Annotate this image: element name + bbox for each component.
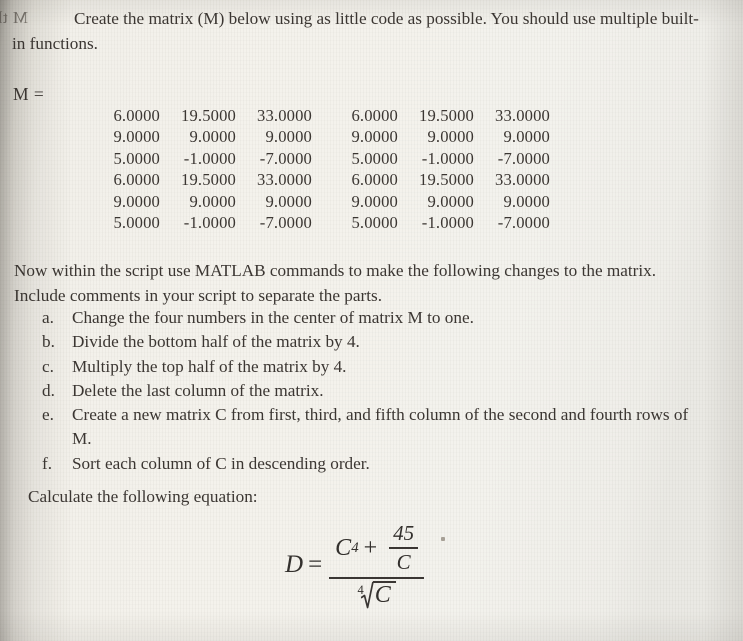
matrix-cell: 9.0000: [427, 191, 474, 211]
matrix-row: 6.0000 19.5000 33.0000 6.0000 19.5000 33.0000: [84, 169, 550, 190]
matrix-cell: -7.0000: [259, 148, 312, 168]
matrix-cell: 6.0000: [113, 106, 160, 125]
task-marker: d.: [42, 380, 55, 400]
task-text: Create a new matrix C from first, third,…: [72, 405, 689, 449]
calculate-paragraph: Calculate the following equation:: [28, 487, 258, 506]
task-text: Divide the bottom half of the matrix by …: [72, 332, 360, 352]
task-text: Change the four numbers in the center of…: [72, 308, 474, 327]
matrix-row: 5.0000 -1.0000 -7.0000 5.0000 -1.0000 -7.0000: [84, 212, 550, 233]
matrix-cell: 9.0000: [265, 127, 312, 147]
document-page: M th oo oCreate Create the matrix (M) be…: [0, 0, 743, 641]
nth-root: 4 C: [358, 581, 396, 609]
inner-fraction: 45 C: [389, 521, 419, 575]
outer-fraction-denominator: 4 C: [352, 580, 402, 610]
inner-fraction-numerator: 45: [393, 521, 415, 545]
inner-fraction-bar: [389, 547, 419, 549]
matrix-cell: -7.0000: [497, 148, 550, 168]
matrix-cell: -1.0000: [183, 213, 236, 233]
task-marker: e.: [42, 405, 54, 425]
root-radicand: C: [372, 581, 396, 608]
matrix-cell: 33.0000: [257, 106, 312, 125]
task-text: Delete the last column of the matrix.: [72, 380, 324, 400]
task-item-b: b. Divide the bottom half of the matrix b…: [42, 330, 712, 354]
matrix-cell: 33.0000: [495, 170, 550, 190]
task-item-d: d. Delete the last column of the matrix.: [42, 379, 712, 403]
matrix-cell: 9.0000: [427, 127, 474, 147]
matrix-row: 5.0000 -1.0000 -7.0000 5.0000 -1.0000 -7.0000: [84, 148, 550, 169]
matrix-cell: 19.5000: [181, 170, 236, 190]
matrix-cell: 19.5000: [181, 106, 236, 125]
instructions-paragraph: Now within the script use MATLAB command…: [14, 261, 657, 305]
task-marker: f.: [42, 453, 53, 473]
outer-fraction-bar: [329, 577, 425, 579]
matrix-cell: -1.0000: [183, 148, 236, 168]
matrix-cell: 9.0000: [113, 191, 160, 211]
task-list: a. Change the four numbers in the center …: [42, 306, 712, 476]
matrix-cell: 6.0000: [351, 106, 398, 125]
matrix-cell: 9.0000: [351, 191, 398, 211]
matrix-cell: 33.0000: [257, 170, 312, 190]
matrix-cell: 6.0000: [351, 170, 398, 190]
matrix-cell: 5.0000: [351, 148, 398, 168]
equation-equals-sign: =: [308, 551, 323, 578]
matrix-cell: -1.0000: [421, 148, 474, 168]
matrix-cell: 9.0000: [189, 191, 236, 211]
intro-paragraph-text: Create the matrix (M) below using as lit…: [12, 9, 699, 53]
equation-block: D = C4 + 45 C 4 C: [285, 520, 425, 610]
plus-sign: +: [363, 534, 378, 561]
task-item-f: f. Sort each column of C in descending or…: [42, 452, 712, 476]
task-marker: c.: [42, 356, 54, 376]
outer-fraction-numerator: C4 + 45 C: [329, 520, 424, 576]
matrix-cell: 19.5000: [419, 106, 474, 125]
numerator-exponent: 4: [351, 539, 359, 556]
task-item-e: e. Create a new matrix C from first, thir…: [42, 403, 712, 452]
task-text: Sort each column of C in descending orde…: [72, 453, 370, 473]
matrix-cell: 19.5000: [419, 170, 474, 190]
intro-paragraph: Create the matrix (M) below using as lit…: [12, 6, 712, 56]
inner-fraction-denominator: C: [396, 550, 411, 574]
matrix-label: M =: [13, 84, 45, 104]
matrix-cell: 9.0000: [189, 127, 236, 147]
outer-fraction: C4 + 45 C 4 C: [329, 520, 425, 610]
matrix-row: 9.0000 9.0000 9.0000 9.0000 9.0000 9.0000: [84, 126, 550, 147]
matrix-cell: 9.0000: [503, 191, 550, 211]
matrix-row: 9.0000 9.0000 9.0000 9.0000 9.0000 9.0000: [84, 191, 550, 212]
task-marker: a.: [42, 308, 54, 327]
matrix-cell: 9.0000: [351, 127, 398, 147]
matrix-values: 6.0000 19.5000 33.0000 6.0000 19.5000 33.0000…: [84, 105, 550, 233]
matrix-cell: 6.0000: [113, 170, 160, 190]
task-item-c: c. Multiply the top half of the matrix by…: [42, 355, 712, 379]
matrix-cell: 33.0000: [495, 106, 550, 125]
matrix-cell: -7.0000: [497, 213, 550, 233]
task-text: Multiply the top half of the matrix by 4…: [72, 356, 347, 376]
matrix-cell: -1.0000: [421, 213, 474, 233]
matrix-cell: 5.0000: [113, 148, 160, 168]
matrix-cell: 9.0000: [113, 127, 160, 147]
matrix-row: 6.0000 19.5000 33.0000 6.0000 19.5000 33.0000: [84, 105, 550, 126]
page-content: M th oo oCreate Create the matrix (M) be…: [0, 0, 743, 641]
matrix-cell: 5.0000: [351, 213, 398, 233]
task-item-a: a. Change the four numbers in the center …: [42, 306, 712, 330]
matrix-cell: 9.0000: [503, 127, 550, 147]
numerator-base-c: C: [335, 534, 352, 561]
task-marker: b.: [42, 332, 55, 352]
matrix-cell: -7.0000: [259, 213, 312, 233]
equation-lhs: D: [285, 551, 304, 578]
matrix-cell: 5.0000: [113, 213, 160, 233]
root-index: 4: [357, 583, 364, 597]
matrix-cell: 9.0000: [265, 191, 312, 211]
